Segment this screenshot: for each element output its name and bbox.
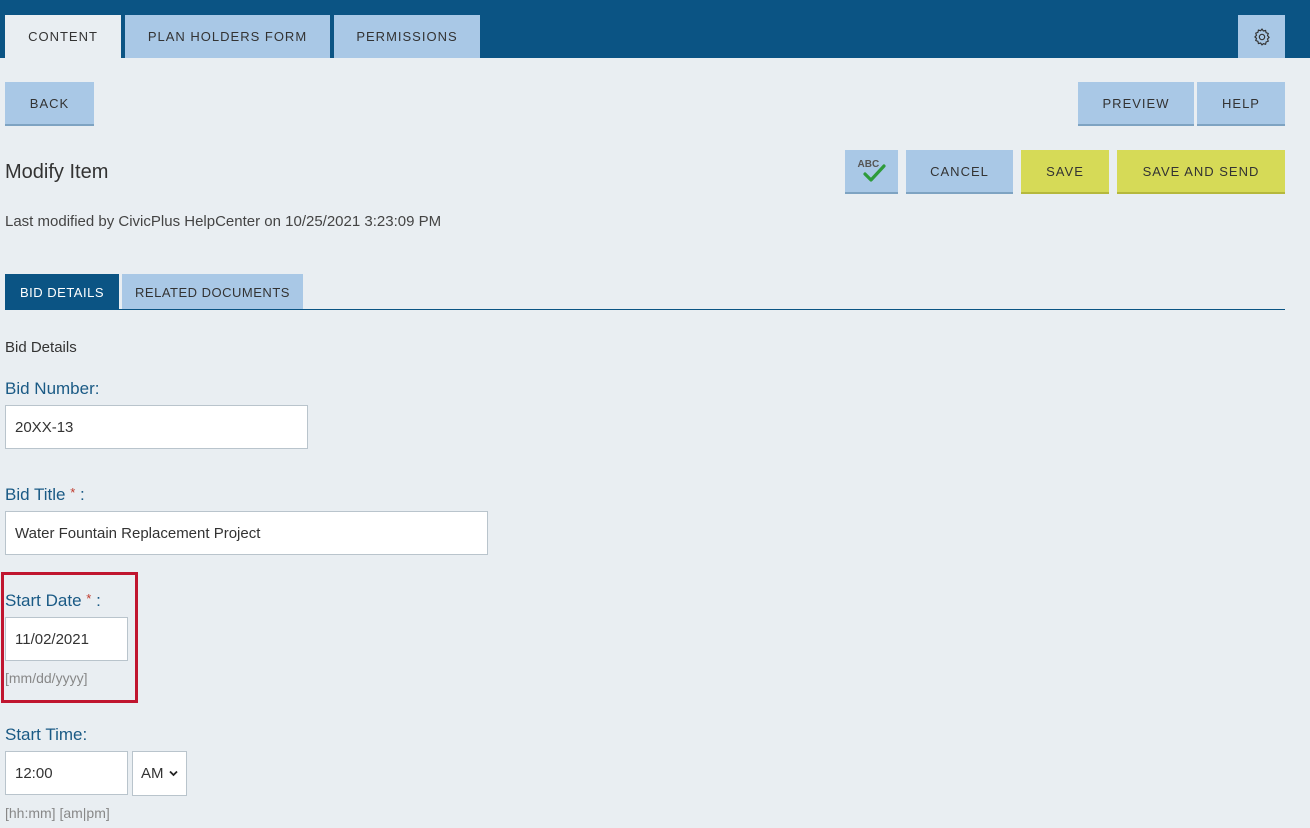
tab-plan-holders-form-label: PLAN HOLDERS FORM	[147, 29, 308, 44]
save-and-send-button[interactable]: SAVE AND SEND	[1117, 150, 1285, 194]
preview-button-label: PREVIEW	[1102, 95, 1170, 111]
tab-bid-details[interactable]: BID DETAILS	[5, 274, 119, 310]
page-title: Modify Item	[5, 161, 109, 183]
start-time-input[interactable]: 12:00	[5, 751, 128, 795]
last-modified-text: Last modified by CivicPlus HelpCenter on…	[5, 213, 442, 230]
bid-title-label-suffix: :	[75, 485, 85, 504]
preview-button[interactable]: PREVIEW	[1078, 82, 1194, 126]
tab-related-documents[interactable]: RELATED DOCUMENTS	[122, 274, 303, 310]
back-button-label: BACK	[29, 95, 70, 111]
bid-number-value: 20XX-13	[15, 418, 74, 436]
chevron-down-icon	[168, 770, 178, 777]
start-time-value: 12:00	[15, 764, 53, 782]
ampm-select[interactable]: AM	[132, 751, 187, 796]
cancel-button[interactable]: CANCEL	[906, 150, 1013, 194]
tab-related-documents-label: RELATED DOCUMENTS	[135, 284, 290, 300]
help-button-label: HELP	[1222, 95, 1260, 111]
bid-number-input[interactable]: 20XX-13	[5, 405, 308, 449]
start-time-label: Start Time:	[5, 725, 88, 744]
help-button[interactable]: HELP	[1197, 82, 1285, 126]
bid-title-input[interactable]: Water Fountain Replacement Project	[5, 511, 488, 555]
top-nav-bar: CONTENT PLAN HOLDERS FORM PERMISSIONS	[0, 0, 1310, 58]
tab-bid-details-label: BID DETAILS	[19, 284, 104, 300]
ampm-value: AM	[141, 765, 164, 782]
bid-title-label: Bid Title * :	[5, 485, 85, 505]
save-and-send-button-label: SAVE AND SEND	[1142, 163, 1260, 179]
spellcheck-icon: ABC	[856, 159, 888, 183]
spellcheck-button[interactable]: ABC	[845, 150, 898, 194]
tab-permissions-label: PERMISSIONS	[356, 29, 458, 44]
section-heading: Bid Details	[5, 339, 77, 356]
cancel-button-label: CANCEL	[930, 163, 989, 179]
bid-title-label-text: Bid Title	[5, 485, 66, 504]
bid-title-value: Water Fountain Replacement Project	[15, 524, 261, 542]
highlight-box	[1, 572, 138, 703]
tab-content[interactable]: CONTENT	[5, 15, 121, 58]
settings-button[interactable]	[1238, 15, 1285, 58]
back-button[interactable]: BACK	[5, 82, 94, 126]
save-button[interactable]: SAVE	[1021, 150, 1109, 194]
tab-content-label: CONTENT	[28, 29, 98, 44]
tab-divider	[5, 309, 1285, 310]
tab-plan-holders-form[interactable]: PLAN HOLDERS FORM	[125, 15, 330, 58]
gear-icon	[1253, 27, 1270, 46]
start-time-format-hint: [hh:mm] [am|pm]	[5, 805, 110, 821]
save-button-label: SAVE	[1046, 163, 1084, 179]
tab-permissions[interactable]: PERMISSIONS	[334, 15, 480, 58]
bid-number-label: Bid Number:	[5, 379, 100, 398]
